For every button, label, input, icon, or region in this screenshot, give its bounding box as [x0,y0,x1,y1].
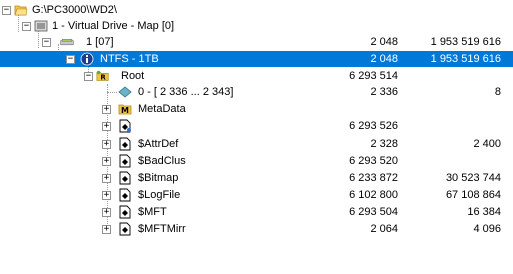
tree-node-ntfs[interactable]: − NTFS - 1TB 2 048 1 953 519 616 [0,51,513,67]
metadata-icon: M [118,104,132,115]
tree-node-attrdef[interactable]: + $AttrDef 2 328 2 400 [0,136,513,152]
sector-count: 67 108 864 [445,189,501,201]
start-sector: 2 048 [370,36,398,48]
tree-node-virtual-drive[interactable]: − 1 - Virtual Drive - Map [0] [0,18,513,34]
node-label: MetaData [138,103,186,115]
tree-node-root-path[interactable]: − G:\PC3000\WD2\ [0,2,513,18]
expand-toggle[interactable]: + [102,140,111,149]
partition-icon [60,38,74,46]
expand-toggle[interactable]: + [102,122,111,131]
expand-toggle[interactable]: + [102,208,111,217]
start-sector: 6 293 520 [349,155,398,167]
node-label: $Bitmap [138,172,179,184]
file-icon [119,171,131,185]
virtual-drive-icon [34,20,48,32]
collapse-toggle[interactable]: − [66,55,75,64]
tree-node-logfile[interactable]: + $LogFile 6 102 800 67 108 864 [0,187,513,203]
sector-count: 4 096 [473,223,501,235]
file-icon [119,222,131,236]
start-sector: 6 293 526 [349,120,398,132]
node-label: NTFS - 1TB [100,53,159,65]
start-sector: 2 064 [370,223,398,235]
file-icon [119,119,131,133]
root-folder-icon: R [96,70,109,82]
start-sector: 6 293 504 [349,206,398,218]
expand-toggle[interactable]: + [102,157,111,166]
node-label: G:\PC3000\WD2\ [32,4,117,16]
node-label: $LogFile [138,189,181,201]
node-label: $BadClus [138,155,186,167]
tree-node-fragment[interactable]: 0 - [ 2 336 ... 2 343] 2 336 8 [0,84,513,100]
file-tree: − G:\PC3000\WD2\ − 1 - Virtual Drive - M… [0,0,513,274]
tree-node-bitmap[interactable]: + $Bitmap 6 233 872 30 523 744 [0,170,513,186]
svg-text:M: M [121,106,129,115]
sector-count: 1 953 519 616 [430,36,501,48]
node-label: Root [121,70,145,82]
node-label: $AttrDef [138,138,179,150]
start-sector: 6 233 872 [349,172,398,184]
info-icon [80,52,94,66]
start-sector: 2 328 [370,138,398,150]
start-sector: 2 336 [370,86,398,98]
file-icon [119,188,131,202]
node-label: $MFT [138,206,167,218]
node-label: 1 [07] [86,36,114,48]
node-label: 1 - Virtual Drive - Map [0] [52,20,175,32]
collapse-toggle[interactable]: − [2,6,11,15]
tree-node-mft[interactable]: + $MFT 6 293 504 16 384 [0,204,513,220]
sector-count: 16 384 [467,206,501,218]
folder-icon [14,5,28,16]
fragment-icon [118,86,132,98]
expand-toggle[interactable]: + [102,225,111,234]
sector-count: 8 [494,86,501,98]
collapse-toggle[interactable]: − [42,38,51,47]
expand-toggle[interactable]: + [102,105,111,114]
file-icon [119,154,131,168]
start-sector: 6 102 800 [349,189,398,201]
start-sector: 2 048 [370,53,398,65]
tree-node-metadata[interactable]: + M MetaData [0,101,513,117]
tree-node-partition[interactable]: − 1 [07] 2 048 1 953 519 616 [0,34,513,50]
sector-count: 1 953 519 616 [430,53,501,65]
collapse-toggle[interactable]: − [22,22,31,31]
tree-node-unnamed[interactable]: + 6 293 526 [0,118,513,134]
node-label: 0 - [ 2 336 ... 2 343] [138,86,234,98]
tree-node-badclus[interactable]: + $BadClus 6 293 520 [0,153,513,169]
file-icon [119,137,131,151]
tree-node-root[interactable]: − R Root 6 293 514 [0,68,513,84]
start-sector: 6 293 514 [349,70,398,82]
sector-count: 30 523 744 [445,172,501,184]
svg-text:R: R [100,74,106,82]
collapse-toggle[interactable]: − [84,72,93,81]
tree-node-mftmirr[interactable]: + $MFTMirr 2 064 4 096 [0,221,513,237]
expand-toggle[interactable]: + [102,191,111,200]
file-icon [119,205,131,219]
node-label: $MFTMirr [138,223,186,235]
expand-toggle[interactable]: + [102,174,111,183]
sector-count: 2 400 [473,138,501,150]
